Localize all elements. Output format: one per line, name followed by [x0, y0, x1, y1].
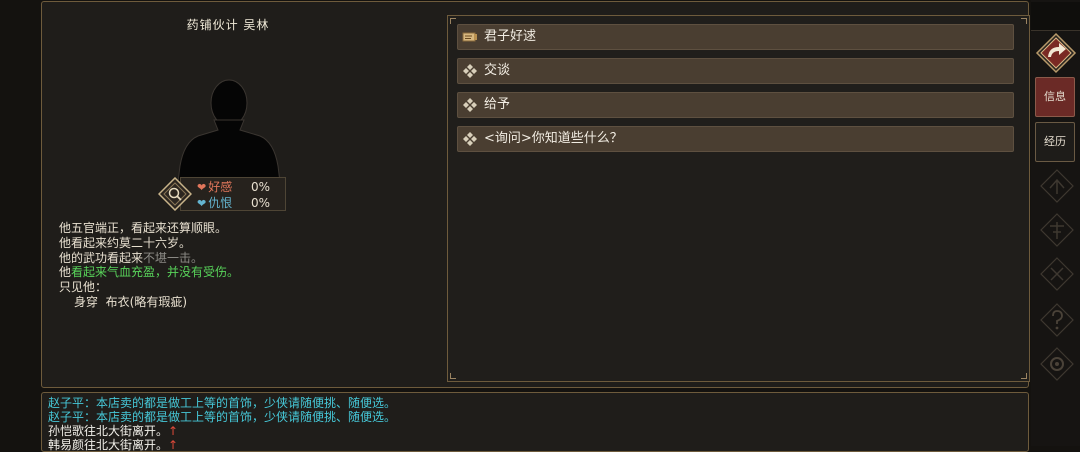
- favor-label: 好感: [208, 180, 233, 194]
- dialog-option-ask[interactable]: <询问>你知道些什么？: [457, 126, 1014, 152]
- diamond-icon: [463, 64, 477, 78]
- log-line: 赵子平：本店卖的都是做工上等的首饰，少侠请随便挑、随便选。: [48, 410, 397, 424]
- relationship-emblem-icon: [158, 177, 192, 211]
- npc-info-panel: 药铺伙计 吴林 ❤ 好感 0% ❤ 仇恨 0% 他五官端正，看起来还算顺眼。 他看起…: [41, 1, 1030, 388]
- dialog-option-label: 交谈: [484, 63, 511, 78]
- hatred-row: ❤ 仇恨 0%: [197, 195, 270, 211]
- dialog-option-label: 君子好逑: [484, 29, 537, 44]
- return-arrow-icon[interactable]: [1035, 32, 1077, 74]
- npc-title: 药铺伙计 吴林: [186, 18, 270, 32]
- dialog-option-give[interactable]: 给予: [457, 92, 1014, 118]
- up-arrow-icon: ↑: [168, 424, 179, 438]
- dialog-option-courtship[interactable]: 君子好逑: [457, 24, 1014, 50]
- heart-icon: ❤: [197, 197, 207, 210]
- log-line: 赵子平：本店卖的都是做工上等的首饰，少侠请随便挑、随便选。: [48, 396, 397, 410]
- tab-info[interactable]: 信息: [1035, 77, 1075, 117]
- dialog-option-talk[interactable]: 交谈: [457, 58, 1014, 84]
- settings-gear-icon[interactable]: [1039, 346, 1075, 382]
- faded-tab-icon[interactable]: [1039, 168, 1075, 204]
- desc-equipment-item: 身穿 布衣(略有瑕疵): [74, 294, 188, 309]
- dialog-option-label: <询问>你知道些什么？: [484, 131, 623, 146]
- diamond-icon: [463, 132, 477, 146]
- dialog-option-label: 给予: [484, 97, 511, 112]
- faded-tab-icon[interactable]: [1039, 212, 1075, 248]
- help-question-icon[interactable]: [1039, 302, 1075, 338]
- favor-row: ❤ 好感 0%: [197, 179, 270, 195]
- desc-martial-level: 他的武功看起来不堪一击。: [59, 250, 204, 265]
- npc-description: 他五官端正，看起来还算顺眼。 他看起来约莫二十六岁。 他的武功看起来不堪一击。 …: [59, 221, 239, 310]
- diamond-icon: [463, 98, 477, 112]
- dialog-options-panel: 君子好逑 交谈 给予 <询问>你知道些什么？: [447, 15, 1030, 382]
- desc-age: 他看起来约莫二十六岁。: [59, 235, 192, 250]
- tab-history[interactable]: 经历: [1035, 122, 1075, 162]
- right-sidebar: 信息 经历: [1031, 0, 1080, 446]
- hatred-value: 0%: [251, 196, 271, 210]
- npc-silhouette-portrait: [177, 79, 281, 182]
- up-arrow-icon: ↑: [168, 438, 179, 452]
- heart-icon: ❤: [197, 181, 207, 194]
- favor-value: 0%: [251, 180, 271, 194]
- log-line: 孙恺歌往北大街离开。↑: [48, 424, 179, 438]
- desc-appearance: 他五官端正，看起来还算顺眼。: [59, 221, 228, 235]
- scroll-icon: [462, 32, 477, 42]
- sidebar-top-strip: [1031, 2, 1080, 31]
- hatred-label: 仇恨: [208, 196, 233, 210]
- faded-tab-icon[interactable]: [1039, 256, 1075, 292]
- log-line: 韩易颜往北大街离开。↑: [48, 438, 179, 452]
- desc-health: 他看起来气血充盈，并没有受伤。: [59, 265, 240, 280]
- desc-equipment-heading: 只见他：: [59, 280, 108, 295]
- message-log[interactable]: 赵子平：本店卖的都是做工上等的首饰，少侠请随便挑、随便选。 赵子平：本店卖的都是…: [41, 392, 1029, 452]
- relationship-box: ❤ 好感 0% ❤ 仇恨 0%: [180, 177, 286, 211]
